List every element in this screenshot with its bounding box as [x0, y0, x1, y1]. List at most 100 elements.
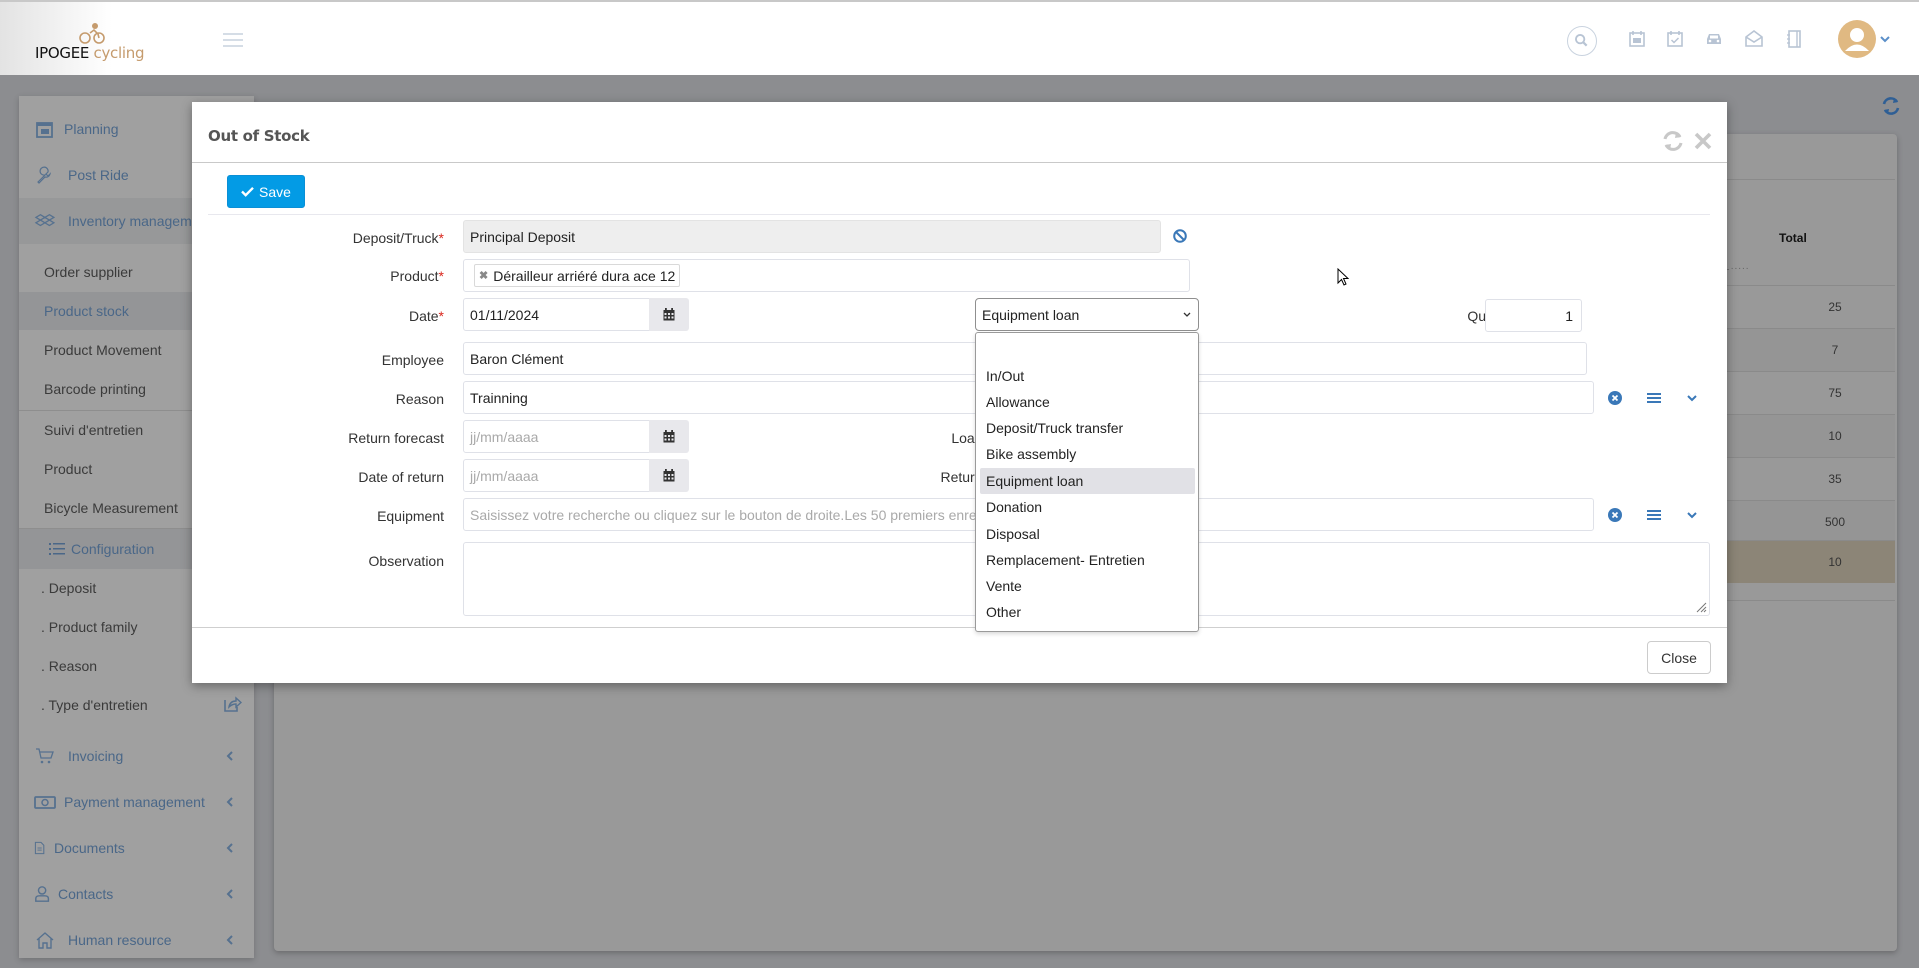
search-button[interactable] — [1567, 26, 1597, 56]
car-icon[interactable] — [1704, 29, 1724, 49]
calendar-check-icon[interactable] — [1665, 29, 1685, 49]
table-divider — [1725, 179, 1895, 180]
file-icon — [34, 841, 45, 855]
table-row: 25 — [1725, 285, 1895, 328]
refresh-icon[interactable] — [1660, 129, 1686, 153]
out-of-stock-modal: Out of Stock Save Deposit/Truck* Princip… — [192, 102, 1727, 683]
cart-icon — [36, 748, 54, 764]
return-forecast-input[interactable]: jj/mm/aaaa — [463, 420, 650, 453]
search-icon — [1575, 34, 1588, 47]
address-book-icon[interactable] — [1784, 29, 1804, 49]
save-button[interactable]: Save — [227, 175, 305, 208]
employee-label: Employee — [381, 352, 444, 368]
calendar-icon[interactable] — [1627, 29, 1647, 49]
close-icon[interactable] — [1692, 130, 1714, 152]
table-row-highlighted: 10 — [1725, 540, 1895, 583]
list-icon — [49, 543, 65, 555]
column-filter: ⌞..... — [1725, 261, 1750, 272]
top-header: IPOGEE cycling — [0, 0, 1919, 75]
dropdown-option-other[interactable]: Other — [980, 599, 1195, 625]
list-icon[interactable] — [1646, 507, 1662, 523]
mouse-cursor-icon — [1337, 268, 1350, 286]
table-row: 10 — [1725, 414, 1895, 457]
clear-icon[interactable] — [1607, 390, 1623, 406]
state-exit-select[interactable]: Equipment loan — [975, 298, 1199, 331]
home-icon — [36, 932, 54, 949]
calendar-icon — [663, 308, 675, 321]
dropdown-option-empty[interactable] — [980, 335, 1195, 361]
return-forecast-label: Return forecast — [348, 430, 444, 446]
product-tag[interactable]: ✖ Dérailleur arriéré dura ace 12 — [474, 264, 681, 287]
user-avatar-icon — [1845, 28, 1869, 51]
chevron-left-icon — [226, 751, 233, 761]
check-icon — [241, 186, 254, 197]
state-exit-dropdown: In/Out Allowance Deposit/Truck transfer … — [975, 332, 1199, 632]
dropdown-option-bike-assembly[interactable]: Bike assembly — [980, 441, 1195, 467]
table-divider — [1725, 600, 1895, 601]
product-label: Product* — [390, 268, 444, 284]
dropdown-option-disposal[interactable]: Disposal — [980, 521, 1195, 547]
equipment-label: Equipment — [377, 508, 444, 524]
chevron-left-icon — [226, 889, 233, 899]
dropdown-option-deposit-truck-transfer[interactable]: Deposit/Truck transfer — [980, 415, 1195, 441]
date-of-return-label: Date of return — [358, 469, 444, 485]
date-picker-button[interactable] — [649, 298, 689, 331]
column-header-total: Total — [1779, 231, 1807, 245]
dropdown-option-equipment-loan[interactable]: Equipment loan — [980, 468, 1195, 494]
return-forecast-picker-button[interactable] — [649, 420, 689, 453]
ban-icon[interactable] — [1172, 228, 1188, 244]
dropdown-option-allowance[interactable]: Allowance — [980, 389, 1195, 415]
dropdown-option-vente[interactable]: Vente — [980, 573, 1195, 599]
user-icon — [35, 886, 50, 902]
remove-tag-icon[interactable]: ✖ — [479, 269, 488, 282]
refresh-icon[interactable] — [1880, 95, 1902, 117]
sidebar-item-documents[interactable]: Documents — [19, 825, 254, 871]
logo[interactable]: IPOGEE cycling — [0, 2, 160, 75]
close-button[interactable]: Close — [1647, 641, 1711, 674]
table-row: 7 — [1725, 328, 1895, 371]
calendar-icon — [663, 469, 675, 482]
date-of-return-picker-button[interactable] — [649, 459, 689, 492]
sidebar-item-contacts[interactable]: Contacts — [19, 871, 254, 917]
quantity-input[interactable]: 1 — [1485, 299, 1582, 332]
menu-icon[interactable] — [223, 33, 243, 47]
date-of-return-input[interactable]: jj/mm/aaaa — [463, 459, 650, 492]
deposit-field[interactable]: Principal Deposit — [463, 220, 1161, 253]
footer-divider — [192, 627, 1727, 628]
dropdown-option-donation[interactable]: Donation — [980, 494, 1195, 520]
sidebar-item-invoicing[interactable]: Invoicing — [19, 733, 254, 779]
envelope-open-icon[interactable] — [1744, 29, 1764, 49]
chevron-down-icon[interactable] — [1684, 390, 1700, 406]
reason-label: Reason — [395, 391, 444, 407]
product-field[interactable]: ✖ Dérailleur arriéré dura ace 12 — [463, 259, 1190, 292]
calendar-icon — [36, 122, 53, 138]
dropdown-option-remplacement-entretien[interactable]: Remplacement- Entretien — [980, 547, 1195, 573]
chevron-down-icon[interactable] — [1880, 35, 1890, 43]
deposit-label: Deposit/Truck* — [352, 230, 444, 246]
dropdown-option-in-out[interactable]: In/Out — [980, 363, 1195, 389]
brand-name: IPOGEE cycling — [35, 44, 145, 62]
share-icon[interactable] — [222, 695, 242, 713]
chevron-left-icon — [226, 935, 233, 945]
table-row: 75 — [1725, 371, 1895, 414]
calendar-icon — [663, 430, 675, 443]
sidebar-item-payment-management[interactable]: Payment management — [19, 779, 254, 825]
clear-icon[interactable] — [1607, 507, 1623, 523]
user-avatar[interactable] — [1838, 20, 1876, 58]
date-input[interactable]: 01/11/2024 — [463, 298, 650, 331]
list-icon[interactable] — [1646, 390, 1662, 406]
resize-handle-icon[interactable] — [1695, 601, 1707, 613]
chevron-down-icon[interactable] — [1684, 507, 1700, 523]
sidebar-item-type-entretien[interactable]: . Type d'entretien — [19, 686, 254, 724]
money-icon — [34, 796, 56, 809]
observation-label: Observation — [368, 553, 444, 569]
modal-title: Out of Stock — [208, 127, 310, 145]
chevron-down-icon — [1183, 312, 1191, 317]
modal-header: Out of Stock — [192, 102, 1727, 163]
sidebar-item-human-resource[interactable]: Human resource — [19, 917, 254, 963]
chevron-left-icon — [226, 843, 233, 853]
toolbar-divider — [208, 214, 1710, 215]
wrench-icon — [37, 166, 52, 184]
table-row: 35 — [1725, 457, 1895, 500]
table-row: 500 — [1725, 500, 1895, 543]
